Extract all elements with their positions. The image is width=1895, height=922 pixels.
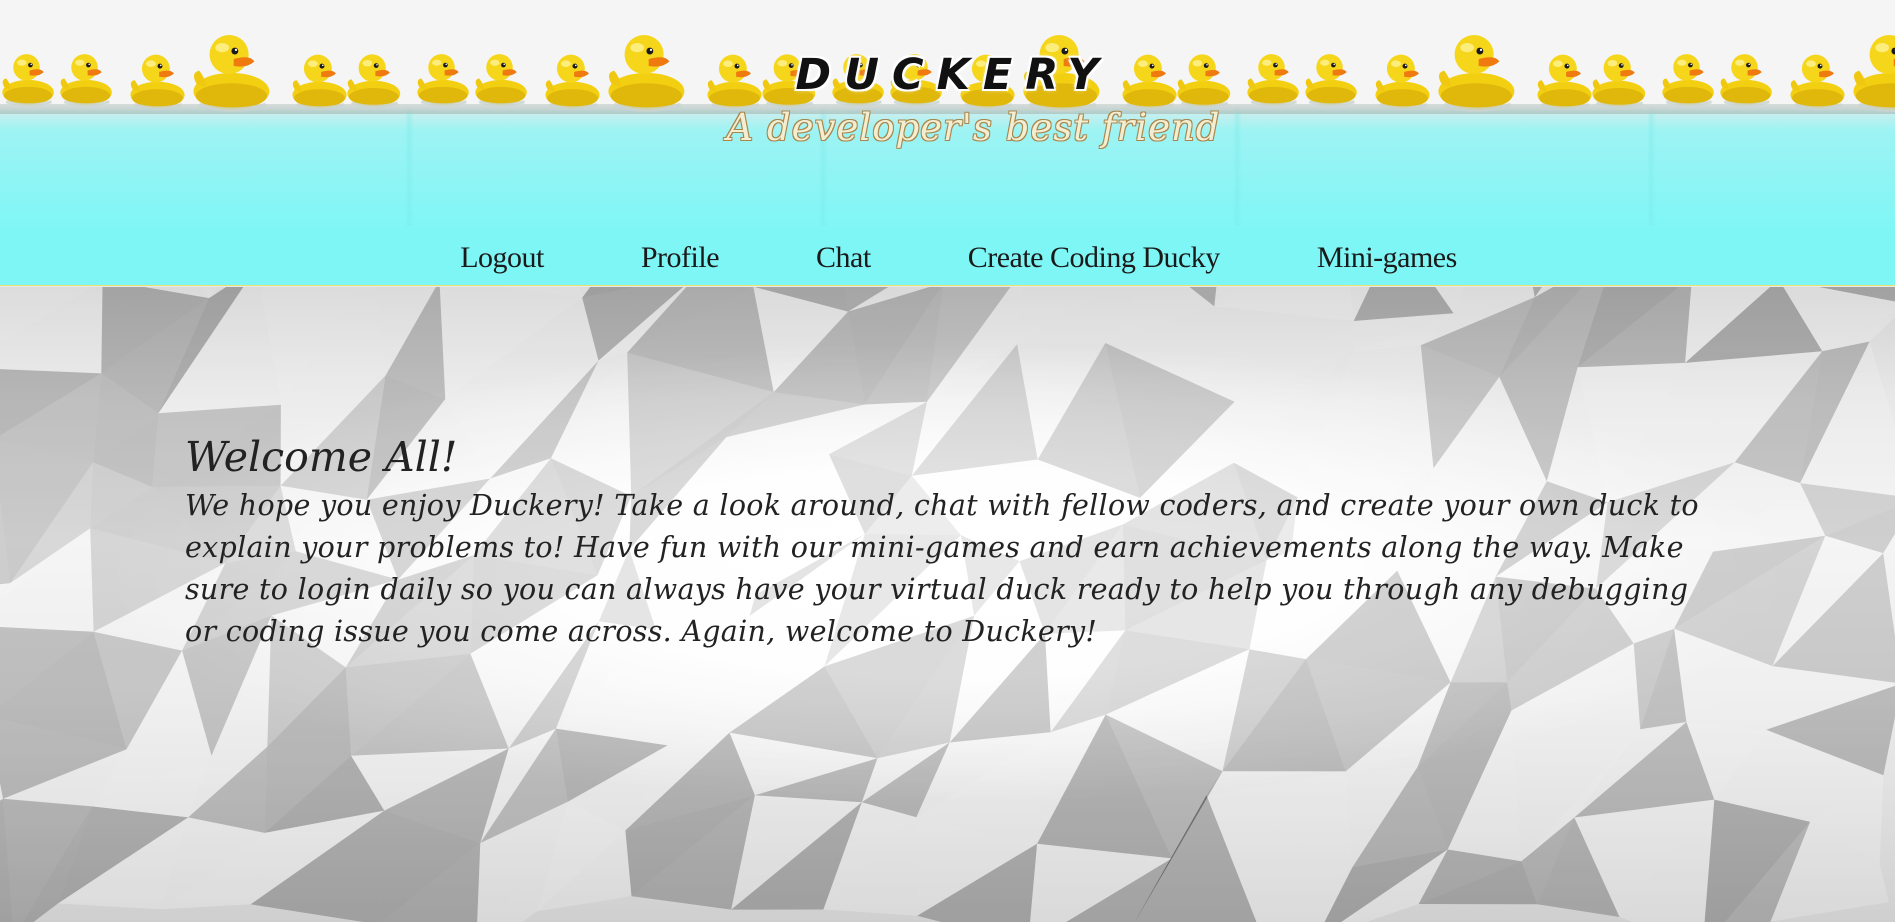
nav-chat-link[interactable]: Chat <box>816 241 871 275</box>
main-content: Welcome All! We hope you enjoy Duckery! … <box>0 287 1895 922</box>
nav-create-coding-ducky-link[interactable]: Create Coding Ducky <box>968 241 1221 275</box>
site-title: DUCKERY <box>795 50 1112 100</box>
nav-mini-games-link[interactable]: Mini-games <box>1317 241 1457 275</box>
welcome-message: We hope you enjoy Duckery! Take a look a… <box>185 489 1699 649</box>
welcome-heading: Welcome All! <box>185 433 458 481</box>
welcome-section: Welcome All! We hope you enjoy Duckery! … <box>185 433 1715 653</box>
header-banner: DUCKERY A developer's best friend Logout… <box>0 0 1895 286</box>
main-nav: Logout Profile Chat Create Coding Ducky … <box>0 232 1895 284</box>
nav-profile-link[interactable]: Profile <box>641 241 720 275</box>
banner-bottom-border <box>0 285 1895 286</box>
nav-logout-link[interactable]: Logout <box>460 241 544 275</box>
site-subtitle: A developer's best friend <box>726 106 1221 149</box>
